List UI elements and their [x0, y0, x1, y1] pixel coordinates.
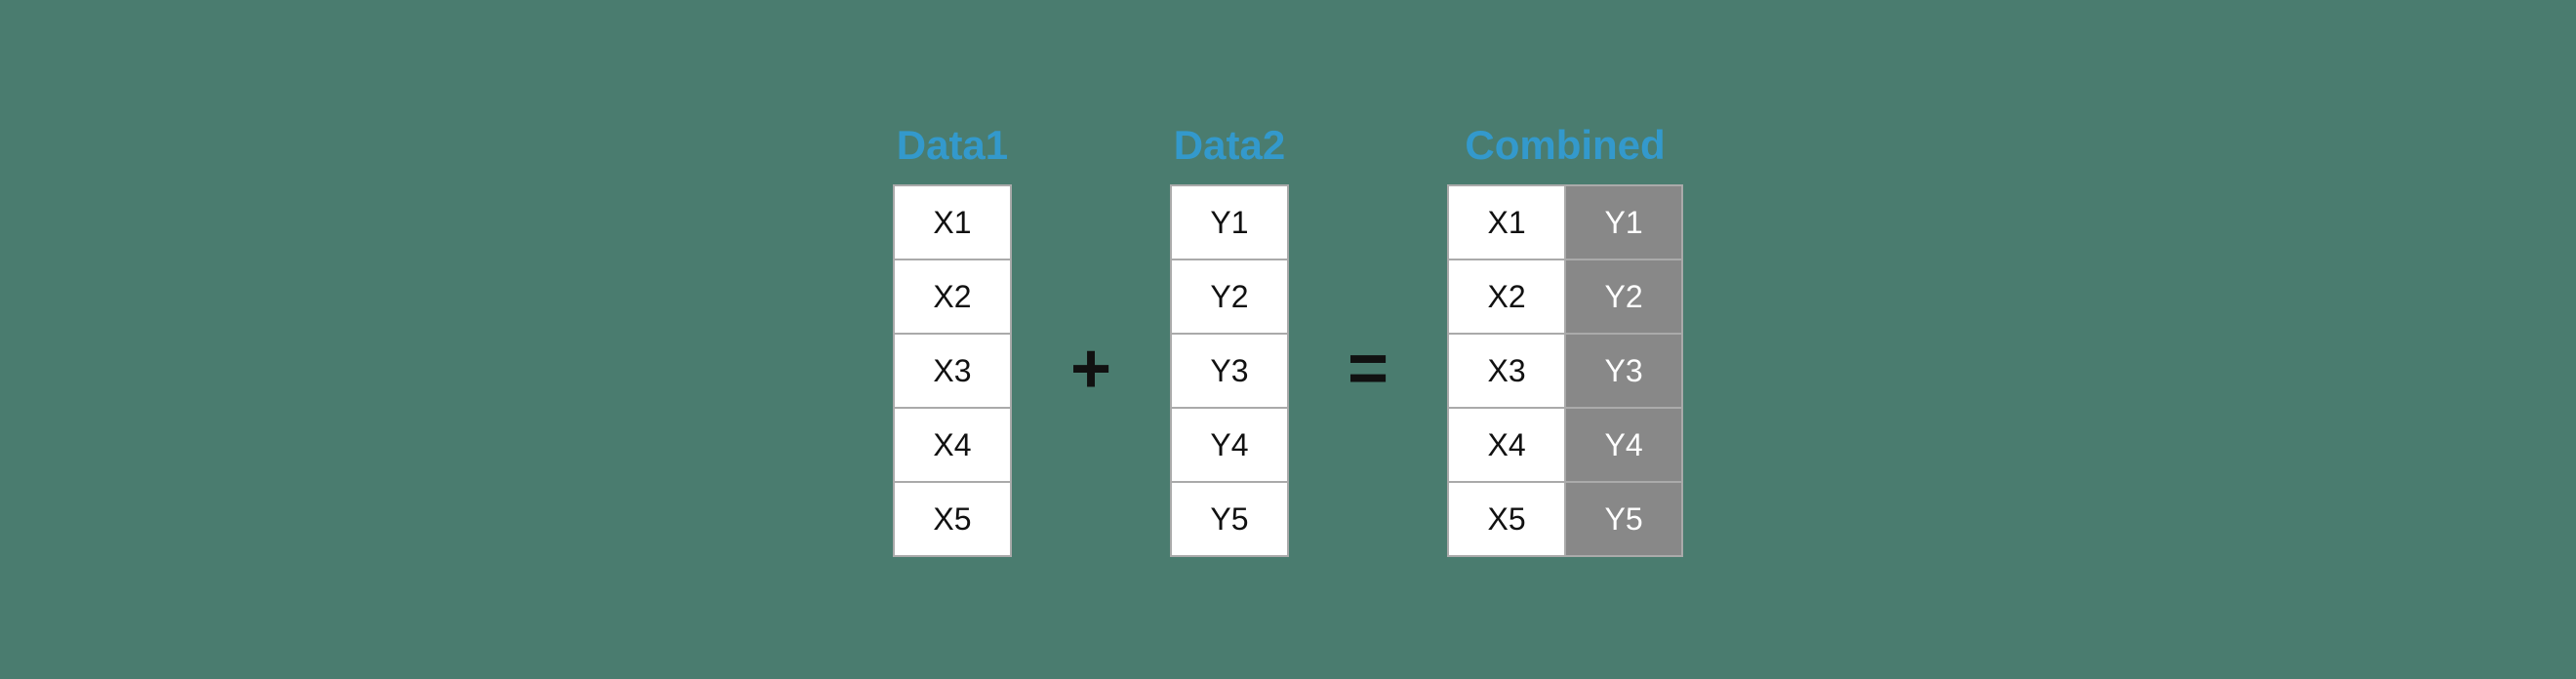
combined-col2-cell: Y1 [1565, 185, 1682, 260]
combined-col1-cell: X3 [1448, 334, 1565, 408]
data1-block: Data1 X1X2X3X4X5 [893, 122, 1012, 557]
data1-cell: X3 [894, 334, 1011, 408]
combined-col1-cell: X4 [1448, 408, 1565, 482]
data2-cell: Y1 [1171, 185, 1288, 260]
data2-cell: Y5 [1171, 482, 1288, 556]
main-container: Data1 X1X2X3X4X5 + Data2 Y1Y2Y3Y4Y5 = Co… [893, 122, 1683, 557]
data2-cell: Y3 [1171, 334, 1288, 408]
plus-operator: + [1070, 329, 1111, 409]
data1-cell: X5 [894, 482, 1011, 556]
combined-col2-cell: Y5 [1565, 482, 1682, 556]
combined-col1-cell: X2 [1448, 260, 1565, 334]
combined-col1-cell: X1 [1448, 185, 1565, 260]
data2-block: Data2 Y1Y2Y3Y4Y5 [1170, 122, 1289, 557]
data2-cell: Y2 [1171, 260, 1288, 334]
equals-operator: = [1348, 329, 1389, 409]
combined-col2-cell: Y4 [1565, 408, 1682, 482]
data1-cell: X4 [894, 408, 1011, 482]
combined-col2-cell: Y3 [1565, 334, 1682, 408]
combined-table: X1Y1X2Y2X3Y3X4Y4X5Y5 [1447, 184, 1683, 557]
data1-title: Data1 [897, 122, 1008, 169]
data1-cell: X1 [894, 185, 1011, 260]
combined-col1-cell: X5 [1448, 482, 1565, 556]
data1-cell: X2 [894, 260, 1011, 334]
combined-block: Combined X1Y1X2Y2X3Y3X4Y4X5Y5 [1447, 122, 1683, 557]
combined-col2-cell: Y2 [1565, 260, 1682, 334]
data2-title: Data2 [1174, 122, 1285, 169]
combined-title: Combined [1465, 122, 1665, 169]
data2-table: Y1Y2Y3Y4Y5 [1170, 184, 1289, 557]
data1-table: X1X2X3X4X5 [893, 184, 1012, 557]
data2-cell: Y4 [1171, 408, 1288, 482]
